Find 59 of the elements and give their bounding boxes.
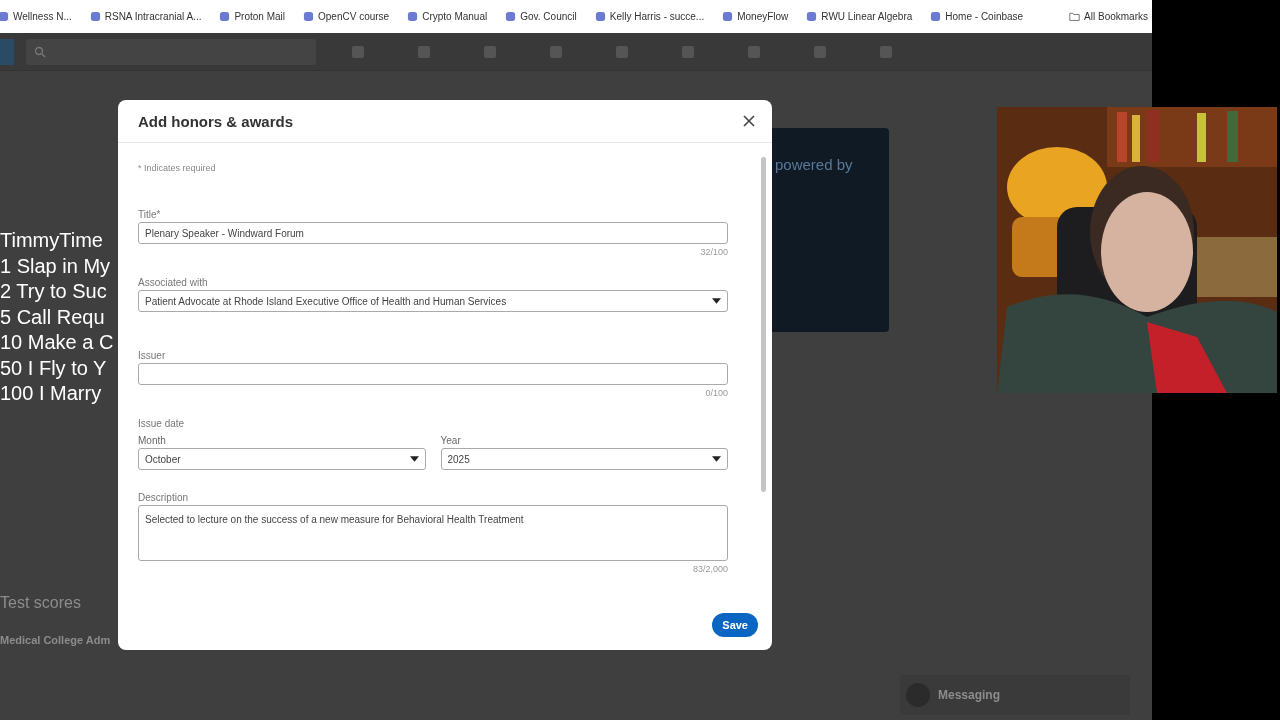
overlay-text: 50 I Fly to Y — [0, 355, 108, 381]
bookmark-link[interactable]: Home - Coinbase — [930, 11, 1024, 22]
overlay-text: 1 Slap in My — [0, 253, 112, 279]
text-area[interactable]: Selected to lecture on the success of a new measure for Behavioral Health Treatment — [138, 505, 728, 561]
favicon-icon — [594, 11, 606, 22]
bookmark-link[interactable]: RWU Linear Algebra — [806, 11, 913, 22]
messaging-label: Messaging — [938, 688, 1000, 702]
character-counter: 0/100 — [704, 388, 728, 398]
favicon-icon — [303, 11, 315, 22]
save-button[interactable]: Save — [712, 613, 758, 637]
bookmark-link[interactable]: OpenCV course — [303, 11, 390, 22]
field-label: Year — [440, 435, 462, 446]
required-note: * Indicates required — [138, 163, 217, 173]
overlay-text: 100 I Marry — [0, 381, 103, 406]
bookmark-link[interactable]: MoneyFlow — [722, 11, 789, 22]
search-icon — [34, 45, 46, 58]
character-counter: 32/100 — [699, 247, 728, 257]
bookmark-link[interactable]: RSNA Intracranial A... — [89, 11, 202, 22]
overlay-text: 2 Try to Suc — [0, 279, 108, 304]
caret-icon — [712, 298, 721, 304]
bookmark-link[interactable]: Wellness N... — [0, 11, 72, 22]
bookmark-link[interactable]: Gov. Council — [505, 11, 577, 22]
bookmark-link[interactable]: Crypto Manual — [407, 11, 488, 22]
favicon-icon — [722, 11, 734, 22]
field-label: Associated with — [138, 277, 209, 288]
field-label: Month — [138, 435, 167, 446]
field-label: Description — [138, 492, 190, 503]
field-label: Issue date — [138, 418, 186, 429]
favicon-icon — [219, 11, 231, 22]
section-title: Test scores — [0, 594, 82, 612]
bookmark-link[interactable]: Proton Mail — [219, 11, 286, 22]
overlay-text: TimmyTime — [0, 228, 104, 253]
favicon-icon — [806, 11, 818, 22]
text-field[interactable]: Plenary Speaker - Windward Forum — [138, 222, 728, 244]
overlay-text: 5 Call Requ — [0, 304, 106, 330]
caret-icon — [712, 456, 721, 462]
field-label: Issuer — [138, 350, 167, 361]
close-icon[interactable] — [742, 114, 756, 128]
text-field[interactable] — [138, 363, 728, 385]
favicon-icon — [505, 11, 517, 22]
favicon-icon — [0, 11, 9, 22]
overlay-text: 10 Make a C — [0, 330, 114, 355]
caret-icon — [409, 456, 419, 462]
scrollbar-thumb[interactable] — [761, 157, 766, 492]
dialog-title: Add honors & awards — [138, 112, 294, 130]
bookmark-link[interactable]: Kelly Harris - succe... — [594, 11, 705, 22]
search-field[interactable] — [26, 38, 316, 65]
character-counter: 83/2,000 — [691, 564, 728, 574]
favicon-icon — [930, 11, 942, 22]
folder-icon — [1069, 11, 1081, 22]
dropdown[interactable]: October — [138, 448, 426, 470]
dropdown[interactable]: Patient Advocate at Rhode Island Executive Office of Health and Human Services — [138, 290, 728, 312]
favicon-icon — [89, 11, 101, 22]
promo-text: powered by — [775, 156, 853, 173]
field-label: Title* — [138, 209, 162, 220]
test-score-title: Medical College Adm — [0, 634, 111, 646]
dropdown[interactable]: 2025 — [440, 448, 728, 470]
favicon-icon — [407, 11, 419, 22]
bookmarks-folder[interactable]: All Bookmarks — [1069, 11, 1148, 22]
